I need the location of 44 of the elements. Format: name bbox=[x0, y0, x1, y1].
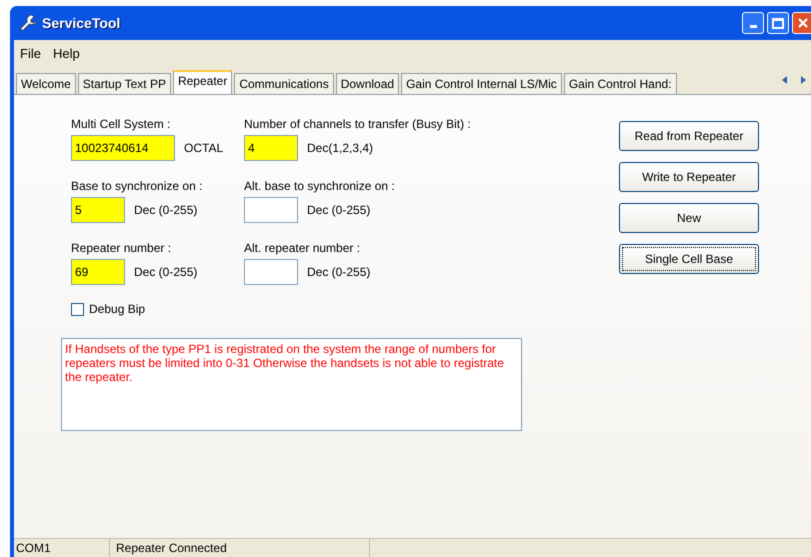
unit-label: Dec(1,2,3,4) bbox=[307, 140, 374, 157]
input-field[interactable] bbox=[244, 197, 298, 223]
warning-text: If Handsets of the type PP1 is registrated on the system the range of numbers for repeaters must be limited into 0-31 Otherwise the handsets is not able to registrate the repeater. bbox=[65, 342, 505, 384]
tab[interactable]: Gain Control Internal LS/Mic bbox=[401, 73, 562, 94]
tab[interactable]: Startup Text PP bbox=[78, 73, 171, 94]
unit-label: Dec (0-255) bbox=[307, 202, 370, 219]
checkbox[interactable] bbox=[71, 302, 84, 316]
field-label: Alt. base to synchronize on : bbox=[244, 178, 396, 193]
unit-label: Dec (0-255) bbox=[307, 264, 370, 281]
maximize-button[interactable] bbox=[767, 12, 789, 34]
field-label: Base to synchronize on : bbox=[71, 178, 204, 193]
window-title: ServiceTool bbox=[42, 14, 120, 32]
left-arrow-icon bbox=[782, 76, 788, 84]
menu-item[interactable]: Help bbox=[52, 44, 80, 64]
tab[interactable]: Download bbox=[336, 73, 400, 94]
right-arrow-icon bbox=[800, 76, 806, 84]
action-button[interactable]: Read from Repeater bbox=[619, 121, 759, 151]
status-bar-text: COM1 bbox=[14, 539, 110, 557]
tab[interactable]: Gain Control Hand: bbox=[564, 73, 677, 94]
tab[interactable]: Repeater bbox=[172, 70, 232, 94]
input-field[interactable] bbox=[244, 259, 298, 285]
input-field[interactable]: 10023740614 bbox=[71, 135, 175, 161]
unit-label: Dec (0-255) bbox=[134, 202, 198, 219]
action-button[interactable]: New bbox=[619, 203, 759, 233]
field-label: Alt. repeater number : bbox=[244, 240, 362, 255]
field-label: Repeater number : bbox=[71, 240, 172, 255]
menu-item[interactable]: File bbox=[20, 44, 41, 64]
wrench-icon bbox=[20, 14, 38, 32]
input-field[interactable]: 4 bbox=[244, 135, 298, 161]
action-button[interactable]: Write to Repeater bbox=[619, 162, 759, 192]
close-button[interactable] bbox=[792, 12, 811, 34]
tab[interactable]: Communications bbox=[234, 73, 334, 94]
action-button[interactable]: Single Cell Base bbox=[619, 244, 759, 274]
field-label: Multi Cell System : bbox=[71, 116, 172, 131]
field-label: Number of channels to transfer (Busy Bit) : bbox=[244, 116, 472, 131]
unit-label: Dec (0-255) bbox=[134, 264, 198, 281]
close-icon bbox=[797, 17, 809, 29]
unit-label: OCTAL bbox=[184, 140, 224, 157]
input-field[interactable]: 5 bbox=[71, 197, 125, 223]
status-bar-text: Repeater Connected bbox=[110, 539, 370, 557]
tab[interactable]: Welcome bbox=[16, 73, 76, 94]
minimize-button[interactable] bbox=[742, 12, 764, 34]
checkbox-label: Debug Bip bbox=[89, 301, 146, 318]
input-field[interactable]: 69 bbox=[71, 259, 125, 285]
